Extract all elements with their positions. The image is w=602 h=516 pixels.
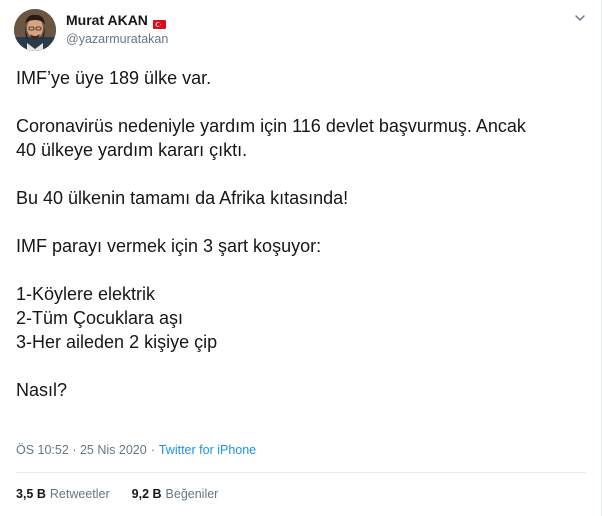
tweet-paragraph: Bu 40 ülkenin tamamı da Afrika kıtasında…	[16, 186, 586, 210]
tweet-line: 3-Her aileden 2 kişiye çip	[16, 332, 218, 352]
tweet-paragraph: IMF’ye üye 189 ülke var.	[16, 66, 586, 90]
avatar[interactable]	[14, 9, 56, 51]
tweet-paragraph: Nasıl?	[16, 378, 586, 402]
tweet-line: IMF’ye üye 189 ülke var.	[16, 68, 212, 88]
tweet-text: IMF’ye üye 189 ülke var. Coronavirüs ned…	[16, 66, 586, 402]
tweet-line: 2-Tüm Çocuklara aşı	[16, 308, 184, 328]
tweet-line: Coronavirüs nedeniyle yardım için 116 de…	[16, 116, 526, 136]
likes-count: 9,2 B	[131, 487, 162, 501]
tweet-date: 25 Nis 2020	[79, 443, 147, 457]
retweets-stat[interactable]: 3,5 B Retweetler	[16, 487, 110, 501]
likes-stat[interactable]: 9,2 B Beğeniler	[132, 487, 219, 501]
likes-label: Beğeniler	[165, 487, 219, 501]
tweet-timestamp[interactable]: ÖS 10:52 · 25 Nis 2020	[16, 443, 147, 457]
tweet-paragraph: 1-Köylere elektrik 2-Tüm Çocuklara aşı 3…	[16, 282, 586, 354]
chevron-down-icon[interactable]	[573, 11, 587, 25]
tweet-line: 1-Köylere elektrik	[16, 284, 156, 304]
tweet-stats: 3,5 B Retweetler 9,2 B Beğeniler	[16, 487, 218, 501]
tweet-card: Murat AKAN @yazarmuratakan IMF’ye üye 18…	[0, 0, 602, 516]
tweet-time: ÖS 10:52	[16, 443, 69, 457]
tweet-paragraph: Coronavirüs nedeniyle yardım için 116 de…	[16, 114, 586, 162]
tweet-line: IMF parayı vermek için 3 şart koşuyor:	[16, 236, 322, 256]
author-name-row: Murat AKAN	[66, 12, 166, 29]
retweets-label: Retweetler	[49, 487, 110, 501]
tweet-line: Nasıl?	[16, 380, 68, 400]
user-handle[interactable]: @yazarmuratakan	[66, 32, 168, 46]
tweet-meta: ÖS 10:52 · 25 Nis 2020 · Twitter for iPh…	[16, 443, 256, 457]
meta-separator: ·	[72, 443, 77, 457]
tweet-paragraph: IMF parayı vermek için 3 şart koşuyor:	[16, 234, 586, 258]
tweet-line: Bu 40 ülkenin tamamı da Afrika kıtasında…	[16, 188, 349, 208]
tweet-source-link[interactable]: Twitter for iPhone	[159, 443, 256, 457]
turkey-flag-icon	[152, 16, 166, 29]
meta-separator: ·	[150, 443, 155, 457]
tweet-line: 40 ülkeye yardım kararı çıktı.	[16, 140, 248, 160]
display-name[interactable]: Murat AKAN	[66, 12, 148, 28]
divider	[16, 472, 586, 473]
retweets-count: 3,5 B	[16, 487, 46, 501]
